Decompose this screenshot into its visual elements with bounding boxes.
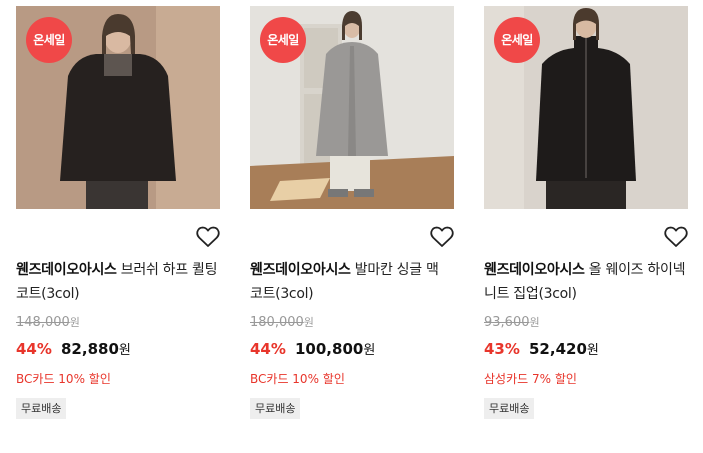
currency-unit: 원 bbox=[69, 316, 80, 329]
product-title[interactable]: 웬즈데이오아시스 발마칸 싱글 맥 코트(3col) bbox=[250, 258, 454, 306]
card-discount-info: BC카드 10% 할인 bbox=[250, 372, 345, 386]
product-image[interactable]: 온세일 bbox=[484, 6, 688, 209]
original-price: 180,000원 bbox=[250, 314, 314, 330]
card-discount-info: 삼성카드 7% 할인 bbox=[484, 372, 577, 386]
sale-price-row: 44% 82,880원 bbox=[16, 339, 131, 358]
on-sale-badge: 온세일 bbox=[260, 17, 306, 63]
product-title[interactable]: 웬즈데이오아시스 올 웨이즈 하이넥 니트 집업(3col) bbox=[484, 258, 688, 306]
original-price: 148,000원 bbox=[16, 314, 80, 330]
currency-unit: 원 bbox=[303, 316, 314, 329]
currency-unit: 원 bbox=[363, 343, 376, 358]
discount-rate: 44% bbox=[16, 340, 52, 358]
sale-price: 82,880 bbox=[61, 340, 119, 358]
product-image[interactable]: 온세일 bbox=[250, 6, 454, 209]
free-shipping-badge: 무료배송 bbox=[16, 398, 67, 419]
original-price-value: 180,000 bbox=[250, 315, 304, 330]
original-price: 93,600원 bbox=[484, 314, 540, 330]
heart-icon[interactable] bbox=[664, 226, 688, 248]
on-sale-badge: 온세일 bbox=[26, 17, 72, 63]
free-shipping-badge: 무료배송 bbox=[250, 398, 301, 419]
original-price-value: 148,000 bbox=[16, 315, 70, 330]
sale-price-row: 44% 100,800원 bbox=[250, 339, 375, 358]
sale-price-row: 43% 52,420원 bbox=[484, 339, 599, 358]
sale-price: 52,420 bbox=[529, 340, 587, 358]
on-sale-badge: 온세일 bbox=[494, 17, 540, 63]
brand-name: 웬즈데이오아시스 bbox=[250, 262, 351, 278]
heart-icon[interactable] bbox=[430, 226, 454, 248]
free-shipping-badge: 무료배송 bbox=[484, 398, 535, 419]
product-card[interactable]: 온세일 웬즈데이오아시스 발마칸 싱글 맥 코트(3col) 180,000원 … bbox=[250, 6, 454, 419]
discount-rate: 43% bbox=[484, 340, 520, 358]
sale-price: 100,800 bbox=[295, 340, 364, 358]
product-title[interactable]: 웬즈데이오아시스 브러쉬 하프 퀼팅 코트(3col) bbox=[16, 258, 220, 306]
product-card[interactable]: 온세일 웬즈데이오아시스 브러쉬 하프 퀼팅 코트(3col) 148,000원… bbox=[16, 6, 220, 419]
currency-unit: 원 bbox=[118, 343, 131, 358]
heart-icon[interactable] bbox=[196, 226, 220, 248]
currency-unit: 원 bbox=[529, 316, 540, 329]
brand-name: 웬즈데이오아시스 bbox=[16, 262, 117, 278]
brand-name: 웬즈데이오아시스 bbox=[484, 262, 585, 278]
discount-rate: 44% bbox=[250, 340, 286, 358]
card-discount-info: BC카드 10% 할인 bbox=[16, 372, 111, 386]
product-card[interactable]: 온세일 웬즈데이오아시스 올 웨이즈 하이넥 니트 집업(3col) 93,60… bbox=[484, 6, 688, 419]
product-image[interactable]: 온세일 bbox=[16, 6, 220, 209]
currency-unit: 원 bbox=[586, 343, 599, 358]
original-price-value: 93,600 bbox=[484, 315, 530, 330]
